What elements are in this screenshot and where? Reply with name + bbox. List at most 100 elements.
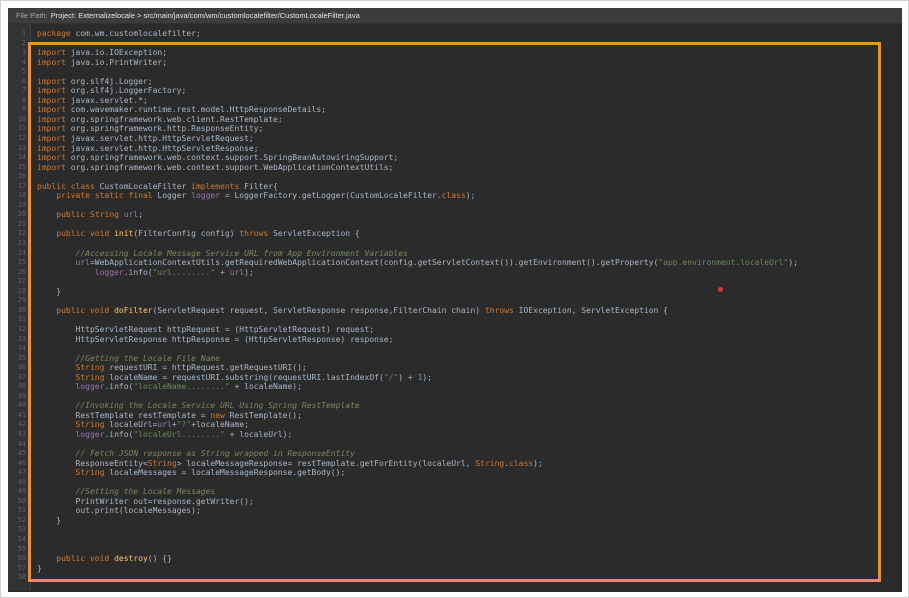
code-line[interactable]: import javax.servlet.http.HttpServletRes… bbox=[37, 144, 902, 154]
code-line[interactable]: import org.slf4j.LoggerFactory; bbox=[37, 86, 902, 96]
code-line[interactable] bbox=[37, 315, 902, 325]
code-token: logger bbox=[76, 382, 105, 391]
code-line[interactable]: import org.springframework.web.client.Re… bbox=[37, 115, 902, 125]
code-line[interactable]: String localeMessages = localeMessageRes… bbox=[37, 468, 902, 478]
code-token: logger bbox=[191, 191, 220, 200]
code-line[interactable] bbox=[37, 39, 902, 49]
code-line[interactable]: } bbox=[37, 287, 902, 297]
code-line[interactable]: RestTemplate restTemplate = new RestTemp… bbox=[37, 411, 902, 421]
code-line[interactable]: ResponseEntity<String> localeMessageResp… bbox=[37, 459, 902, 469]
line-number: 34 bbox=[8, 344, 26, 354]
line-number: 22 bbox=[8, 229, 26, 239]
code-editor-window: File Path:Project: Externalizelocale > s… bbox=[8, 8, 902, 592]
code-token: javax.servlet.http.HttpServletRequest; bbox=[66, 134, 254, 143]
code-line[interactable]: //Getting the Locale File Name bbox=[37, 354, 902, 364]
code-token: "url........" bbox=[153, 268, 216, 277]
code-line[interactable]: //Setting the Locale Messages bbox=[37, 487, 902, 497]
code-token: out.print(localeMessages); bbox=[37, 506, 201, 515]
code-line[interactable]: import javax.servlet.http.HttpServletReq… bbox=[37, 134, 902, 144]
code-line[interactable] bbox=[37, 67, 902, 77]
code-line[interactable] bbox=[37, 277, 902, 287]
code-line[interactable] bbox=[37, 344, 902, 354]
code-token: ); bbox=[422, 373, 432, 382]
code-token: public void bbox=[56, 306, 109, 315]
code-line[interactable]: import org.springframework.web.context.s… bbox=[37, 153, 902, 163]
code-line[interactable]: public void destroy() {} bbox=[37, 554, 902, 564]
code-line[interactable]: } bbox=[37, 564, 902, 574]
code-token: ; bbox=[138, 210, 143, 219]
code-token: org.springframework.web.client.RestTempl… bbox=[66, 115, 283, 124]
code-token bbox=[37, 554, 56, 563]
code-line[interactable]: //Accessing Locale Message Service URL f… bbox=[37, 249, 902, 259]
file-path-bar: File Path:Project: Externalizelocale > s… bbox=[8, 8, 902, 24]
code-token: CustomLocaleFilter bbox=[95, 182, 191, 191]
code-token: //Setting the Locale Messages bbox=[76, 487, 216, 496]
code-line[interactable]: import javax.servlet.*; bbox=[37, 96, 902, 106]
code-line[interactable]: public void doFilter(ServletRequest requ… bbox=[37, 306, 902, 316]
code-line[interactable]: public void init(FilterConfig config) th… bbox=[37, 229, 902, 239]
code-token: RestTemplate restTemplate = bbox=[37, 411, 210, 420]
line-number: 10 bbox=[8, 115, 26, 125]
code-line[interactable]: HttpServletResponse httpResponse = (Http… bbox=[37, 335, 902, 345]
code-token: com.wm.customlocalefilter; bbox=[71, 29, 201, 38]
code-token: String bbox=[90, 210, 119, 219]
code-line[interactable]: PrintWriter out=response.getWriter(); bbox=[37, 497, 902, 507]
code-token: url bbox=[157, 420, 171, 429]
code-token: import bbox=[37, 96, 66, 105]
code-token: (ServletRequest request, ServletResponse… bbox=[153, 306, 485, 315]
code-line[interactable]: } bbox=[37, 516, 902, 526]
code-line[interactable] bbox=[37, 201, 902, 211]
code-line[interactable]: public class CustomLocaleFilter implemen… bbox=[37, 182, 902, 192]
code-token: ResponseEntity< bbox=[37, 459, 148, 468]
code-area[interactable]: package com.wm.customlocalefilter; import… bbox=[31, 24, 902, 591]
code-line[interactable]: // Fetch JSON response as String wrapped… bbox=[37, 449, 902, 459]
code-line[interactable]: import java.io.IOException; bbox=[37, 48, 902, 58]
line-number: 56 bbox=[8, 554, 26, 564]
code-line[interactable]: import java.io.PrintWriter; bbox=[37, 58, 902, 68]
code-line[interactable]: import org.springframework.web.context.s… bbox=[37, 163, 902, 173]
code-token: import bbox=[37, 144, 66, 153]
code-token: import bbox=[37, 58, 66, 67]
code-token bbox=[37, 354, 76, 363]
code-line[interactable]: String localeUrl=url+"?"+localeName; bbox=[37, 420, 902, 430]
code-line[interactable]: import org.springframework.http.Response… bbox=[37, 124, 902, 134]
code-token: //Invoking the Locale Service URL Using … bbox=[76, 401, 360, 410]
code-line[interactable]: HttpServletRequest httpRequest = (HttpSe… bbox=[37, 325, 902, 335]
code-line[interactable] bbox=[37, 220, 902, 230]
code-line[interactable] bbox=[37, 525, 902, 535]
code-line[interactable]: String localeName = requestURI.substring… bbox=[37, 373, 902, 383]
line-number-gutter[interactable]: 1234567891011121314151617181920212223242… bbox=[8, 24, 31, 591]
code-line[interactable] bbox=[37, 392, 902, 402]
code-line[interactable]: private static final Logger logger = Log… bbox=[37, 191, 902, 201]
code-token: .info( bbox=[104, 430, 133, 439]
code-line[interactable]: logger.info("localeUrl........" + locale… bbox=[37, 430, 902, 440]
code-token: com.wavemaker.runtime.rest.model.HttpRes… bbox=[66, 105, 326, 114]
code-token: } bbox=[37, 564, 42, 573]
code-line[interactable] bbox=[37, 478, 902, 488]
code-line[interactable]: //Invoking the Locale Service URL Using … bbox=[37, 401, 902, 411]
code-token: import bbox=[37, 105, 66, 114]
code-line[interactable] bbox=[37, 545, 902, 555]
code-line[interactable]: out.print(localeMessages); bbox=[37, 506, 902, 516]
code-line[interactable]: String requestURI = httpRequest.getReque… bbox=[37, 363, 902, 373]
code-line[interactable]: logger.info("localeName........" + local… bbox=[37, 382, 902, 392]
code-token: RestTemplate(); bbox=[225, 411, 302, 420]
code-token: localeName = requestURI.substring(reques… bbox=[104, 373, 383, 382]
code-token: import bbox=[37, 86, 66, 95]
code-line[interactable]: package com.wm.customlocalefilter; bbox=[37, 29, 902, 39]
code-line[interactable] bbox=[37, 239, 902, 249]
code-line[interactable] bbox=[37, 172, 902, 182]
line-number: 50 bbox=[8, 497, 26, 507]
code-line[interactable] bbox=[37, 296, 902, 306]
code-line[interactable]: public String url; bbox=[37, 210, 902, 220]
code-line[interactable]: import org.slf4j.Logger; bbox=[37, 77, 902, 87]
code-token: import bbox=[37, 48, 66, 57]
line-number: 29 bbox=[8, 296, 26, 306]
code-line[interactable] bbox=[37, 535, 902, 545]
code-line[interactable] bbox=[37, 440, 902, 450]
code-line[interactable] bbox=[37, 573, 902, 583]
code-line[interactable]: logger.info("url........" + url); bbox=[37, 268, 902, 278]
code-line[interactable]: import com.wavemaker.runtime.rest.model.… bbox=[37, 105, 902, 115]
code-token bbox=[37, 363, 76, 372]
code-line[interactable]: url=WebApplicationContextUtils.getRequir… bbox=[37, 258, 902, 268]
